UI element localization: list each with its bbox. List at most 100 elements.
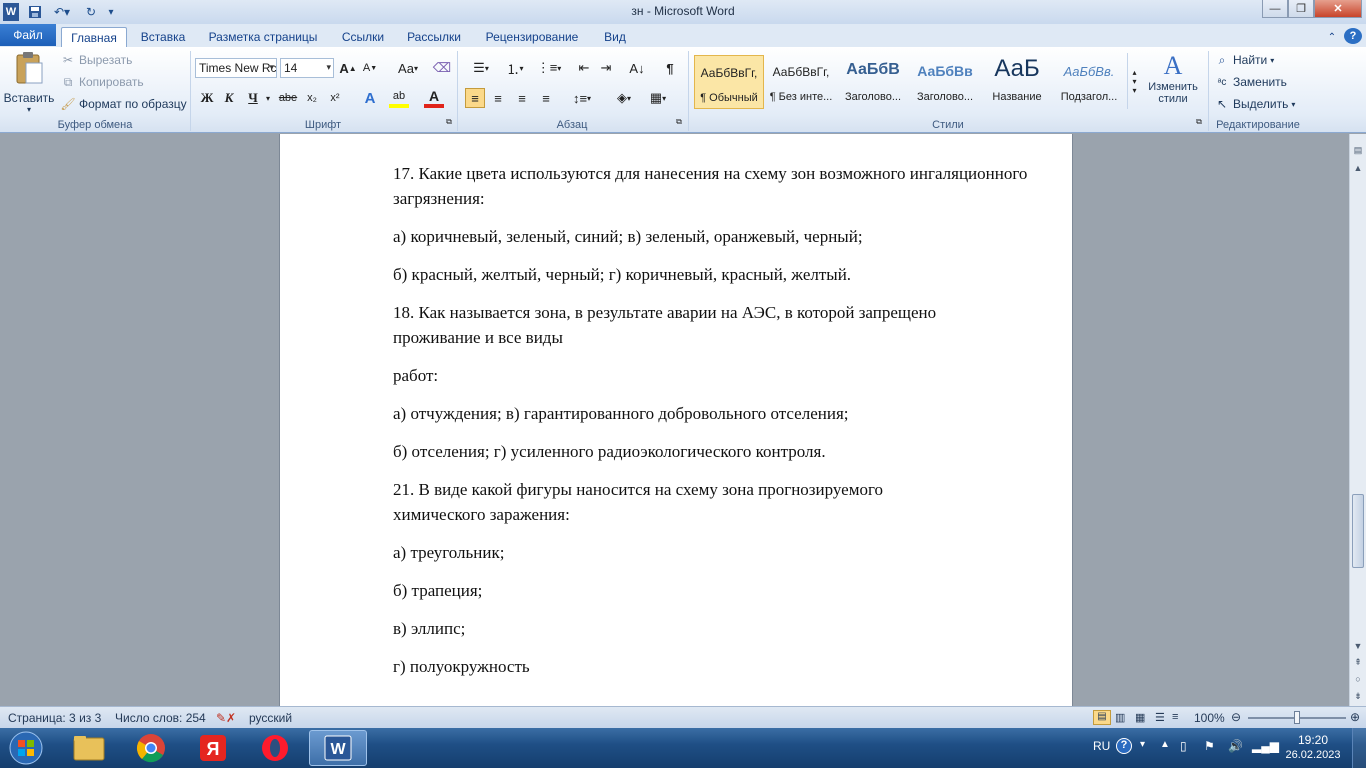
minimize-button[interactable]: — bbox=[1262, 0, 1288, 18]
tab-home[interactable]: Главная bbox=[61, 27, 127, 47]
dialog-launcher-icon[interactable]: ⧉ bbox=[1194, 117, 1204, 127]
show-desktop-button[interactable] bbox=[1352, 728, 1366, 768]
shrink-font-button[interactable]: A ▼ bbox=[360, 58, 380, 78]
outline-icon[interactable]: ☰ bbox=[1155, 711, 1165, 724]
pilcrow-icon[interactable]: ¶ bbox=[660, 58, 680, 78]
style-heading-1[interactable]: АаБбВ Заголово... bbox=[838, 55, 908, 109]
bold-button[interactable]: Ж bbox=[197, 88, 217, 108]
vertical-scrollbar[interactable]: ▤ ▲ ▼ ⇞ ○ ⇟ bbox=[1349, 134, 1366, 706]
paragraph[interactable]: а) треугольник; bbox=[393, 540, 1033, 565]
line-spacing-icon[interactable]: ↕≡ ▾ bbox=[568, 88, 596, 108]
style-heading-2[interactable]: АаБбВв Заголово... bbox=[910, 55, 980, 109]
change-case-button[interactable]: Aa ▾ bbox=[394, 58, 422, 78]
web-layout-icon[interactable]: ▦ bbox=[1135, 711, 1145, 724]
word-count[interactable]: Число слов: 254 bbox=[115, 711, 206, 725]
page-count[interactable]: Страница: 3 из 3 bbox=[8, 711, 101, 725]
styles-scroll-icon[interactable]: ▴ ▾ ▾ bbox=[1127, 53, 1141, 109]
input-language[interactable]: RU bbox=[1093, 739, 1110, 753]
format-painter-button[interactable]: 🖌 Формат по образцу bbox=[60, 96, 186, 112]
paragraph[interactable]: а) коричневый, зеленый, синий; в) зелены… bbox=[393, 224, 1033, 249]
strikethrough-button[interactable]: abe bbox=[278, 88, 298, 108]
scroll-up-icon[interactable]: ▲ bbox=[1350, 160, 1366, 176]
paragraph[interactable]: г) полуокружность bbox=[393, 654, 1033, 679]
style-subtitle[interactable]: АаБбВв. Подзагол... bbox=[1054, 55, 1124, 109]
help-icon[interactable]: ? bbox=[1344, 28, 1362, 44]
document-area[interactable]: 17. Какие цвета используются для нанесен… bbox=[0, 134, 1349, 706]
zoom-slider[interactable] bbox=[1248, 711, 1346, 724]
highlight-button[interactable]: ab bbox=[389, 88, 409, 108]
cut-button[interactable]: ✂ Вырезать bbox=[60, 52, 132, 68]
tab-mailings[interactable]: Рассылки bbox=[400, 27, 468, 47]
help-icon[interactable]: ? bbox=[1116, 738, 1132, 754]
zoom-in-icon[interactable]: ⊕ bbox=[1350, 710, 1360, 724]
print-layout-icon[interactable]: ▤ bbox=[1093, 710, 1111, 725]
align-right-icon[interactable]: ≡ bbox=[512, 88, 532, 108]
network-icon[interactable]: ▂▄▆ bbox=[1252, 739, 1279, 753]
borders-icon[interactable]: ▦ ▾ bbox=[644, 88, 672, 108]
maximize-button[interactable]: ❐ bbox=[1288, 0, 1314, 18]
increase-indent-icon[interactable]: ⇥ bbox=[596, 58, 616, 78]
paragraph[interactable]: а) отчуждения; в) гарантированного добро… bbox=[393, 401, 1033, 426]
chrome-icon[interactable] bbox=[123, 730, 179, 766]
ruler-toggle-icon[interactable]: ▤ bbox=[1350, 142, 1366, 158]
document-page[interactable]: 17. Какие цвета используются для нанесен… bbox=[279, 134, 1073, 706]
zoom-slider-thumb[interactable] bbox=[1294, 711, 1300, 724]
font-size-combo[interactable]: 14 ▾ bbox=[280, 58, 334, 78]
show-hidden-icons[interactable]: ▲ bbox=[1160, 739, 1170, 750]
clock-date[interactable]: 26.02.2023 bbox=[1280, 749, 1346, 761]
style-title[interactable]: АаБ Название bbox=[982, 55, 1052, 109]
replace-button[interactable]: ᵃc Заменить bbox=[1214, 74, 1287, 90]
underline-dropdown-icon[interactable]: ▾ bbox=[262, 88, 274, 108]
paragraph[interactable]: 18. Как называется зона, в результате ав… bbox=[393, 300, 1013, 350]
next-page-icon[interactable]: ⇟ bbox=[1350, 688, 1366, 704]
paragraph[interactable]: 17. Какие цвета используются для нанесен… bbox=[393, 161, 1033, 211]
clock-time[interactable]: 19:20 bbox=[1290, 733, 1336, 747]
select-button[interactable]: ↖ Выделить ▾ bbox=[1214, 96, 1295, 112]
paragraph[interactable]: 21. В виде какой фигуры наносится на схе… bbox=[393, 477, 963, 527]
find-button[interactable]: ⌕ Найти ▾ bbox=[1214, 52, 1275, 68]
text-effects-button[interactable]: A bbox=[360, 88, 380, 108]
draft-icon[interactable]: ≡ bbox=[1172, 711, 1178, 723]
scroll-thumb[interactable] bbox=[1352, 494, 1364, 568]
tab-review[interactable]: Рецензирование bbox=[478, 27, 586, 47]
superscript-button[interactable]: x² bbox=[325, 88, 345, 108]
numbering-icon[interactable]: ⒈ ▾ bbox=[500, 58, 530, 78]
copy-button[interactable]: ⧉ Копировать bbox=[60, 74, 144, 90]
paragraph[interactable]: б) красный, желтый, черный; г) коричневы… bbox=[393, 262, 1033, 287]
decrease-indent-icon[interactable]: ⇤ bbox=[574, 58, 594, 78]
action-center-icon[interactable]: ⚑ bbox=[1204, 739, 1215, 753]
paragraph[interactable]: б) отселения; г) усиленного радиоэкологи… bbox=[393, 439, 1033, 464]
tab-page-layout[interactable]: Разметка страницы bbox=[202, 27, 324, 47]
full-screen-reading-icon[interactable]: ▥ bbox=[1115, 711, 1125, 724]
grow-font-button[interactable]: A ▲ bbox=[338, 58, 358, 78]
subscript-button[interactable]: x₂ bbox=[302, 88, 322, 108]
tab-file[interactable]: Файл bbox=[0, 24, 56, 46]
tab-references[interactable]: Ссылки bbox=[334, 27, 392, 47]
change-styles-button[interactable]: A Изменить стили bbox=[1144, 51, 1202, 115]
font-name-combo[interactable]: Times New Rc ▾ bbox=[195, 58, 277, 78]
prev-page-icon[interactable]: ⇞ bbox=[1350, 654, 1366, 670]
align-left-icon[interactable]: ≡ bbox=[465, 88, 485, 108]
scroll-down-icon[interactable]: ▼ bbox=[1350, 638, 1366, 654]
tab-view[interactable]: Вид bbox=[596, 27, 634, 47]
language-indicator[interactable]: русский bbox=[249, 711, 292, 725]
paragraph[interactable]: в) эллипс; bbox=[393, 616, 1033, 641]
style-normal[interactable]: АаБбВвГг, ¶ Обычный bbox=[694, 55, 764, 109]
clear-formatting-icon[interactable]: ⌫ bbox=[432, 58, 452, 78]
device-icon[interactable]: ▯ bbox=[1180, 739, 1187, 753]
close-button[interactable]: ✕ bbox=[1314, 0, 1362, 18]
paragraph[interactable]: работ: bbox=[393, 363, 1033, 388]
justify-icon[interactable]: ≡ bbox=[536, 88, 556, 108]
start-orb-icon[interactable] bbox=[2, 730, 50, 766]
spellcheck-icon[interactable]: ✎✗ bbox=[216, 711, 236, 725]
shading-icon[interactable]: ◈ ▾ bbox=[610, 88, 638, 108]
paragraph[interactable]: б) трапеция; bbox=[393, 578, 1033, 603]
browse-object-icon[interactable]: ○ bbox=[1350, 671, 1366, 687]
explorer-icon[interactable] bbox=[61, 730, 117, 766]
italic-button[interactable]: К bbox=[219, 88, 239, 108]
opera-icon[interactable] bbox=[247, 730, 303, 766]
font-color-button[interactable]: A bbox=[424, 88, 444, 108]
dialog-launcher-icon[interactable]: ⧉ bbox=[444, 117, 454, 127]
zoom-out-icon[interactable]: ⊖ bbox=[1231, 710, 1241, 724]
minimize-ribbon-icon[interactable]: ⌃ bbox=[1322, 27, 1342, 47]
